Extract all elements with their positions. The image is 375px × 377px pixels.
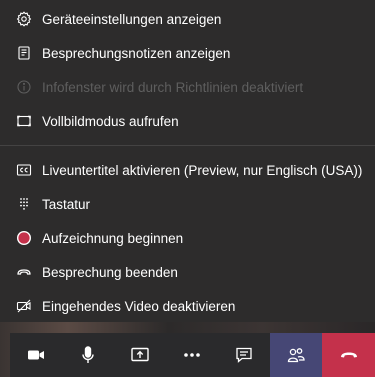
chat-button[interactable] (218, 333, 270, 377)
camera-icon (28, 350, 44, 360)
menu-item-label: Besprechungsnotizen anzeigen (42, 45, 231, 61)
gear-icon (15, 10, 33, 28)
hang-up-button[interactable] (322, 333, 375, 377)
menu-item-start-recording[interactable]: Aufzeichnung beginnen (0, 221, 375, 255)
menu-item-label: Besprechung beenden (42, 264, 178, 280)
share-screen-button[interactable] (114, 333, 166, 377)
menu-item-meeting-notes[interactable]: Besprechungsnotizen anzeigen (0, 36, 375, 70)
captions-icon (15, 161, 33, 179)
hang-up-icon (340, 352, 357, 358)
menu-item-keypad[interactable]: Tastatur (0, 187, 375, 221)
menu-item-end-meeting[interactable]: Besprechung beenden (0, 255, 375, 289)
menu-item-fullscreen[interactable]: Vollbildmodus aufrufen (0, 104, 375, 138)
camera-button[interactable] (10, 333, 62, 377)
menu-item-device-settings[interactable]: Geräteeinstellungen anzeigen (0, 2, 375, 36)
menu-item-label: Eingehendes Video deaktivieren (42, 298, 236, 314)
info-icon (15, 78, 33, 96)
end-meeting-icon (15, 263, 33, 281)
more-options-menu: Geräteeinstellungen anzeigen Besprechung… (0, 0, 375, 322)
call-toolbar (10, 333, 375, 377)
microphone-button[interactable] (62, 333, 114, 377)
fullscreen-icon (15, 112, 33, 130)
microphone-icon (82, 346, 94, 363)
keypad-icon (15, 195, 33, 213)
menu-item-label: Vollbildmodus aufrufen (42, 113, 179, 129)
menu-item-label: Aufzeichnung beginnen (42, 230, 184, 246)
share-screen-icon (131, 347, 149, 362)
chat-icon (236, 347, 252, 363)
menu-item-label: Geräteeinstellungen anzeigen (42, 11, 222, 27)
menu-item-label: Liveuntertitel aktivieren (Preview, nur … (42, 162, 363, 178)
more-options-button[interactable] (166, 333, 218, 377)
participants-icon (287, 348, 305, 363)
menu-item-info-pane: Infofenster wird durch Richtlinien deakt… (0, 70, 375, 104)
participants-button[interactable] (270, 333, 322, 377)
more-options-icon (184, 353, 200, 357)
notes-icon (15, 44, 33, 62)
menu-item-label: Infofenster wird durch Richtlinien deakt… (42, 79, 304, 95)
menu-item-live-captions[interactable]: Liveuntertitel aktivieren (Preview, nur … (0, 153, 375, 187)
menu-item-disable-incoming-video[interactable]: Eingehendes Video deaktivieren (0, 289, 375, 323)
menu-item-label: Tastatur (42, 196, 91, 212)
video-off-icon (15, 297, 33, 315)
menu-divider (0, 145, 375, 146)
record-icon (15, 229, 33, 247)
